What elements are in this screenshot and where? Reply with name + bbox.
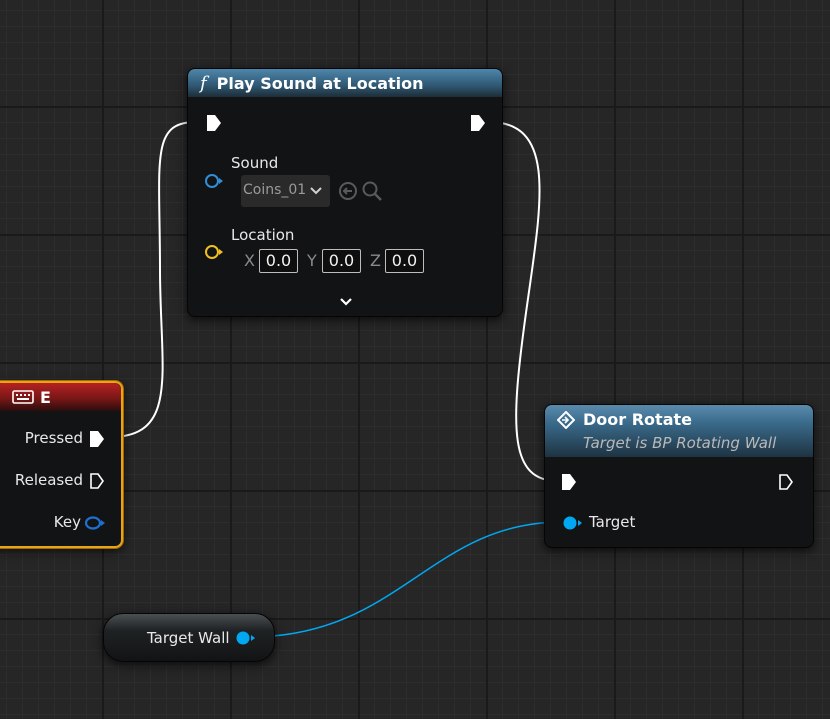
- expand-advanced-chevron-icon[interactable]: [339, 297, 353, 307]
- sound-input-pin[interactable]: [204, 172, 224, 190]
- function-icon: f: [200, 72, 207, 94]
- key-label: Key: [53, 513, 81, 531]
- use-selected-asset-icon[interactable]: [338, 181, 358, 201]
- door-rotate-exec-in-pin[interactable]: [561, 473, 577, 491]
- sound-asset-dropdown[interactable]: Coins_01: [241, 175, 330, 207]
- door-rotate-title: Door Rotate: [583, 410, 692, 429]
- target-wall-variable-node[interactable]: Target Wall: [103, 613, 275, 662]
- exec-in-pin[interactable]: [206, 114, 222, 132]
- location-z-field[interactable]: 0.0: [385, 249, 424, 273]
- target-label: Target: [589, 513, 636, 531]
- location-input-pin[interactable]: [204, 243, 224, 261]
- target-wall-output-pin[interactable]: [234, 629, 256, 647]
- keyboard-icon: [12, 390, 34, 404]
- key-output-pin[interactable]: [84, 514, 106, 532]
- target-input-pin[interactable]: [561, 514, 583, 532]
- exec-out-pin[interactable]: [470, 114, 486, 132]
- door-rotate-subtitle: Target is BP Rotating Wall: [583, 434, 777, 452]
- key-e-header[interactable]: E: [0, 383, 121, 411]
- sound-asset-value: Coins_01: [243, 182, 307, 198]
- play-sound-header[interactable]: f Play Sound at Location: [188, 69, 502, 97]
- message-function-icon: [557, 411, 575, 429]
- key-e-event-node[interactable]: E Pressed Released Key: [0, 381, 123, 548]
- location-y-field[interactable]: 0.0: [322, 249, 361, 273]
- pressed-label: Pressed: [24, 429, 83, 447]
- door-rotate-header[interactable]: Door Rotate Target is BP Rotating Wall: [545, 405, 813, 457]
- released-exec-pin[interactable]: [89, 472, 105, 490]
- play-sound-at-location-node[interactable]: f Play Sound at Location Sound Coins_01 …: [187, 68, 503, 317]
- sound-label: Sound: [231, 154, 279, 172]
- location-x-field[interactable]: 0.0: [259, 249, 298, 273]
- chevron-down-icon: [310, 187, 322, 195]
- target-wall-label: Target Wall: [147, 629, 230, 647]
- door-rotate-node[interactable]: Door Rotate Target is BP Rotating Wall T…: [544, 404, 814, 548]
- y-axis-label: Y: [307, 251, 317, 270]
- released-label: Released: [14, 471, 83, 489]
- z-axis-label: Z: [370, 251, 381, 270]
- x-axis-label: X: [244, 251, 255, 270]
- play-sound-title: Play Sound at Location: [216, 73, 424, 93]
- object-wire-target-wall-to-target: [249, 521, 563, 638]
- location-label: Location: [231, 226, 295, 244]
- pressed-exec-pin[interactable]: [89, 430, 105, 448]
- key-e-title: E: [40, 387, 51, 407]
- browse-asset-search-icon[interactable]: [361, 180, 383, 202]
- door-rotate-exec-out-pin[interactable]: [778, 473, 794, 491]
